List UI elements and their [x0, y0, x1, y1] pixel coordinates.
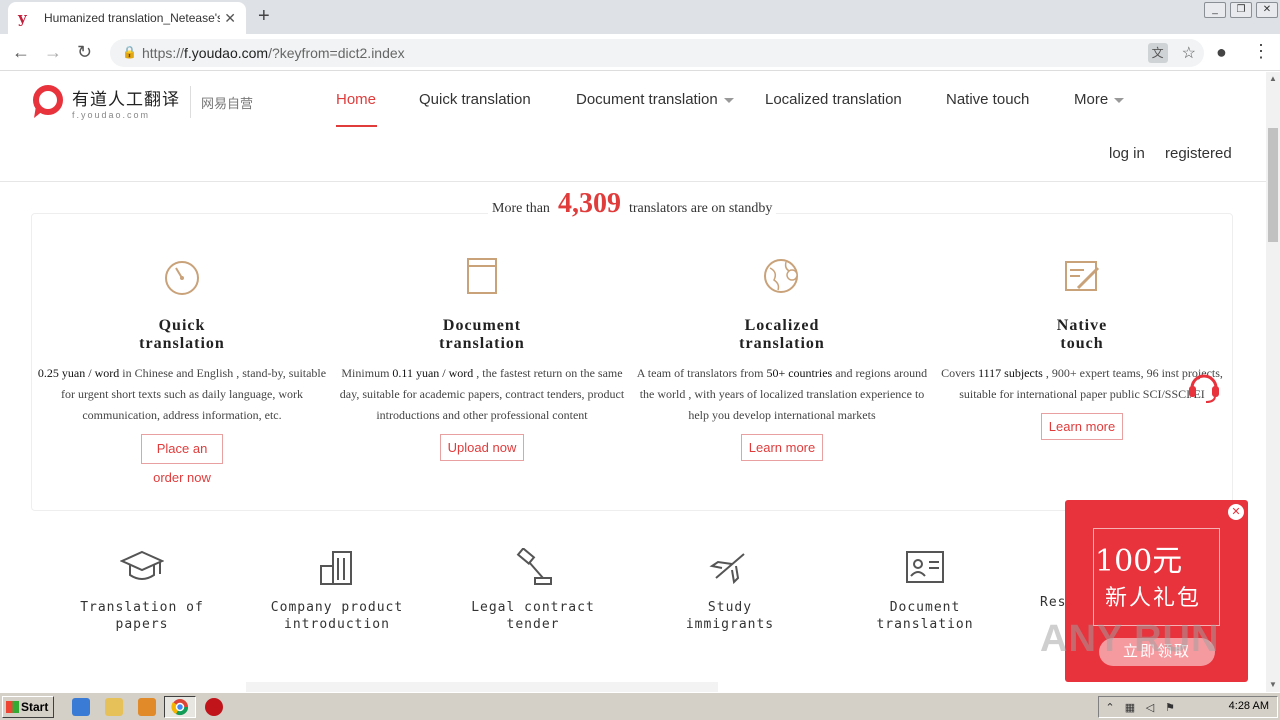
address-bar[interactable]: 🔒 https://f.youdao.com/?keyfrom=dict2.in…	[110, 39, 1204, 67]
youdao-favicon-icon: y	[18, 9, 27, 27]
airplane-icon	[709, 553, 745, 585]
window-controls: _ ❐ ✕	[1202, 0, 1280, 20]
clock: 4:28 AM	[1228, 700, 1269, 712]
id-card-icon	[906, 551, 944, 583]
flag-icon[interactable]: ⚑	[1163, 701, 1177, 715]
profile-icon[interactable]: ●	[1216, 42, 1227, 63]
promo-close-icon[interactable]: ✕	[1228, 504, 1244, 520]
category-document-translation[interactable]: Document translation	[840, 548, 1010, 633]
translate-page-icon[interactable]: 文	[1147, 43, 1168, 63]
network-icon[interactable]: ▦	[1123, 701, 1137, 715]
document-icon	[467, 258, 497, 294]
service-title: Quick translation	[139, 317, 225, 352]
chevron-down-icon	[723, 97, 734, 103]
chrome-icon	[171, 699, 189, 716]
learn-more-button[interactable]: Learn more	[740, 434, 824, 461]
category-legal-contract[interactable]: Legal contract tender	[448, 547, 618, 633]
windows-logo-icon	[6, 701, 19, 713]
next-section-edge	[246, 682, 718, 692]
login-link[interactable]: log in	[1109, 145, 1145, 162]
category-company-product[interactable]: Company product introduction	[262, 548, 412, 633]
service-native-touch: Native touch Covers 1117 subjects , 900+ …	[932, 214, 1232, 440]
service-description: Minimum 0.11 yuan / word , the fastest r…	[339, 366, 625, 422]
standby-prefix: More than	[492, 201, 550, 216]
window-close-icon[interactable]: ✕	[1256, 2, 1278, 18]
active-nav-underline	[336, 125, 377, 127]
nav-quick-translation[interactable]: Quick translation	[419, 91, 531, 108]
reload-icon[interactable]: ↻	[77, 42, 92, 62]
nav-native-touch[interactable]: Native touch	[946, 91, 1029, 108]
service-localized-translation: Localized translation A team of translato…	[632, 214, 932, 461]
nav-home[interactable]: Home	[336, 91, 376, 108]
buildings-icon	[320, 551, 352, 585]
lock-icon[interactable]: 🔒	[122, 45, 137, 59]
customer-service-headset-icon[interactable]	[1184, 366, 1224, 406]
service-title: Native touch	[1056, 317, 1108, 352]
tab-title: Humanized translation_Netease's pr	[44, 11, 220, 25]
start-button[interactable]: Start	[2, 696, 54, 718]
logo-domain-text: f.youdao.com	[72, 109, 151, 120]
tab-close-icon[interactable]: ✕	[224, 10, 236, 27]
nav-localized-translation[interactable]: Localized translation	[765, 91, 902, 108]
scroll-thumb[interactable]	[1268, 128, 1278, 242]
edit-pen-icon	[1065, 261, 1100, 291]
page-viewport: 有道人工翻译 f.youdao.com 网易自营 Home Quick tran…	[0, 72, 1266, 692]
service-document-translation: Document translation Minimum 0.11 yuan / …	[332, 214, 632, 461]
promo-amount: 100元	[1095, 544, 1183, 579]
service-description: 0.25 yuan / word in Chinese and English …	[37, 366, 327, 422]
logo-divider	[190, 86, 191, 118]
minimize-icon[interactable]: _	[1204, 2, 1226, 18]
upload-now-button[interactable]: Upload now	[439, 434, 525, 461]
scroll-up-icon[interactable]: ▲	[1266, 72, 1280, 86]
learn-more-button[interactable]: Learn more	[1040, 413, 1124, 440]
tray-expand-icon[interactable]: ⌃	[1103, 701, 1117, 715]
category-study-immigrants[interactable]: Study immigrants	[660, 548, 800, 633]
restore-icon[interactable]: ❐	[1230, 2, 1252, 18]
browser-tab-bar: y Humanized translation_Netease's pr ✕ +…	[0, 0, 1280, 34]
nav-more[interactable]: More	[1074, 91, 1125, 108]
logo-subtitle: 网易自营	[201, 95, 254, 111]
stopwatch-icon	[165, 261, 199, 295]
service-title: Document translation	[439, 317, 525, 352]
media-player-icon[interactable]	[138, 698, 156, 716]
youdao-logo-icon	[33, 85, 63, 118]
services-card: Quick translation 0.25 yuan / word in Chi…	[31, 213, 1233, 511]
nav-document-translation[interactable]: Document translation	[576, 91, 734, 108]
graduation-cap-icon	[119, 550, 165, 580]
new-tab-icon[interactable]: +	[258, 6, 270, 26]
volume-icon[interactable]: ◁	[1143, 701, 1157, 715]
browser-tab[interactable]: y Humanized translation_Netease's pr ✕	[8, 2, 246, 34]
logo-chinese-text: 有道人工翻译	[72, 89, 180, 109]
register-link[interactable]: registered	[1165, 145, 1232, 162]
gavel-icon	[516, 547, 552, 585]
standby-banner: More than 4,309 translators are on stand…	[488, 188, 777, 220]
url-text[interactable]: https://f.youdao.com/?keyfrom=dict2.inde…	[142, 45, 405, 61]
promo-title: 新人礼包	[1105, 585, 1202, 610]
category-papers[interactable]: Translation of papers	[60, 548, 224, 633]
site-logo[interactable]: 有道人工翻译 f.youdao.com 网易自营	[30, 84, 253, 120]
system-tray: ⌃ ▦ ◁ ⚑ 4:28 AM	[1098, 696, 1278, 718]
browser-menu-icon[interactable]: ⋮	[1252, 41, 1270, 62]
anyrun-watermark: ANY RUN	[1040, 618, 1220, 660]
scroll-down-icon[interactable]: ▼	[1266, 678, 1280, 692]
forward-icon[interactable]: →	[44, 42, 62, 62]
security-shield-icon[interactable]	[205, 698, 223, 716]
page-scrollbar[interactable]: ▲ ▼	[1266, 72, 1280, 692]
back-icon[interactable]: ←	[12, 42, 30, 62]
bookmark-star-icon[interactable]: ☆	[1182, 43, 1196, 63]
standby-suffix: translators are on standby	[628, 201, 773, 216]
service-description: A team of translators from 50+ countries…	[636, 366, 928, 422]
translator-count: 4,309	[557, 188, 621, 219]
browser-toolbar: ← → ↻ 🔒 https://f.youdao.com/?keyfrom=di…	[0, 34, 1280, 71]
place-order-button[interactable]: Place an order now	[141, 434, 223, 492]
chrome-taskbar-button[interactable]	[164, 696, 196, 718]
chevron-down-icon	[1114, 97, 1125, 103]
site-header: 有道人工翻译 f.youdao.com 网易自营 Home Quick tran…	[0, 72, 1266, 182]
ie-icon[interactable]	[72, 698, 90, 716]
explorer-folder-icon[interactable]	[105, 698, 123, 716]
windows-taskbar: Start ⌃ ▦ ◁ ⚑ 4:28 AM	[0, 692, 1280, 720]
service-quick-translation: Quick translation 0.25 yuan / word in Chi…	[32, 214, 332, 492]
globe-pin-icon	[764, 259, 798, 293]
service-title: Localized translation	[739, 317, 825, 352]
